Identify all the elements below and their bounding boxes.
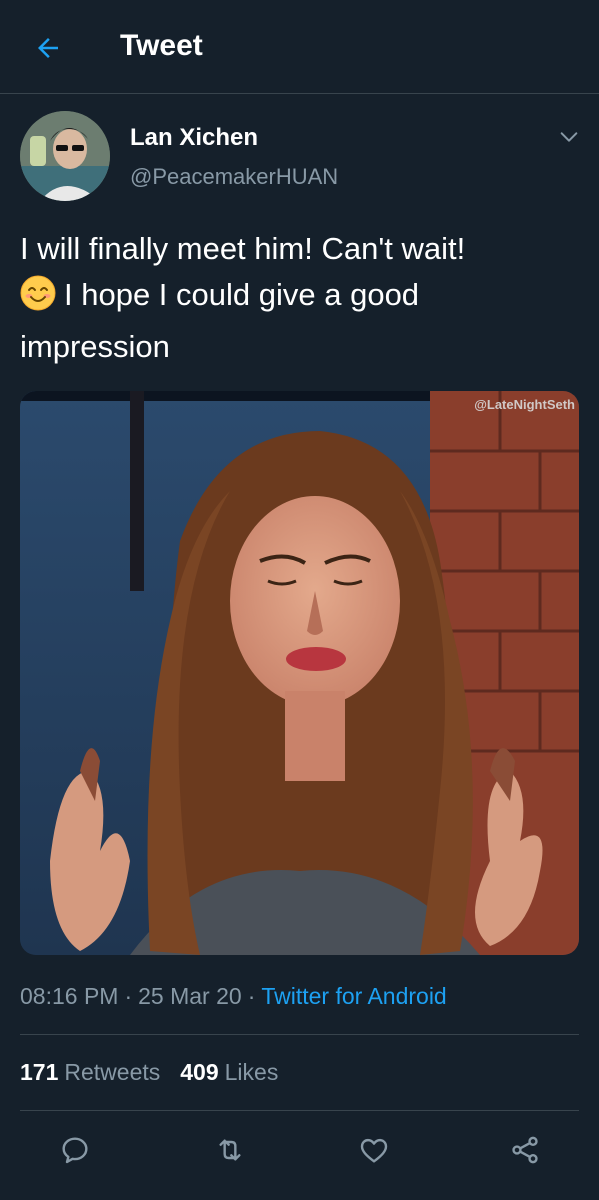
likes-stat[interactable]: 409 Likes	[180, 1059, 278, 1085]
divider	[20, 1034, 579, 1035]
top-app-bar: Tweet	[0, 0, 599, 94]
more-options-button[interactable]	[552, 122, 586, 152]
retweet-icon	[219, 1139, 241, 1161]
likes-count: 409	[180, 1059, 219, 1085]
tweet-line-2: I hope I could give a good	[20, 272, 580, 324]
retweets-count: 171	[20, 1059, 59, 1085]
media-watermark: @LateNightSeth	[474, 397, 575, 412]
back-button[interactable]	[26, 26, 70, 70]
share-button[interactable]	[503, 1128, 547, 1172]
meta-separator: ·	[247, 983, 256, 1009]
tweet-line-3: impression	[20, 329, 170, 364]
page-title: Tweet	[120, 29, 203, 62]
author-name[interactable]: Lan Xichen	[130, 124, 258, 152]
chevron-down-icon	[560, 132, 578, 142]
like-button[interactable]	[352, 1128, 396, 1172]
avatar[interactable]	[20, 111, 110, 201]
retweet-button[interactable]	[208, 1128, 252, 1172]
reply-button[interactable]	[53, 1128, 97, 1172]
avatar-photo	[20, 111, 110, 201]
tweet-date: 25 Mar 20	[138, 983, 242, 1009]
tweet-media-image[interactable]: @LateNightSeth	[20, 391, 579, 955]
tweet-line-2-text: I hope I could give a good	[64, 277, 420, 312]
tweet-stats: 171 Retweets 409 Likes	[20, 1059, 278, 1086]
author-handle[interactable]: @PeacemakerHUAN	[130, 164, 338, 190]
share-icon	[512, 1136, 538, 1164]
like-icon	[360, 1138, 388, 1163]
tweet-text: I will finally meet him! Can't wait! I h…	[20, 226, 580, 370]
tweet-source-link[interactable]: Twitter for Android	[261, 983, 446, 1009]
media-illustration	[20, 391, 579, 955]
tweet-actions-bar	[0, 1120, 599, 1180]
smiling-face-emoji-icon	[20, 275, 56, 324]
arrow-left-icon	[38, 38, 58, 58]
meta-separator: ·	[124, 983, 133, 1009]
tweet-meta: 08:16 PM · 25 Mar 20 · Twitter for Android	[20, 983, 447, 1010]
reply-icon	[62, 1137, 88, 1164]
tweet-line-1: I will finally meet him! Can't wait!	[20, 231, 466, 266]
tweet-time: 08:16 PM	[20, 983, 119, 1009]
likes-label: Likes	[224, 1059, 279, 1085]
retweets-stat[interactable]: 171 Retweets	[20, 1059, 160, 1085]
divider	[20, 1110, 579, 1111]
retweets-label: Retweets	[64, 1059, 161, 1085]
